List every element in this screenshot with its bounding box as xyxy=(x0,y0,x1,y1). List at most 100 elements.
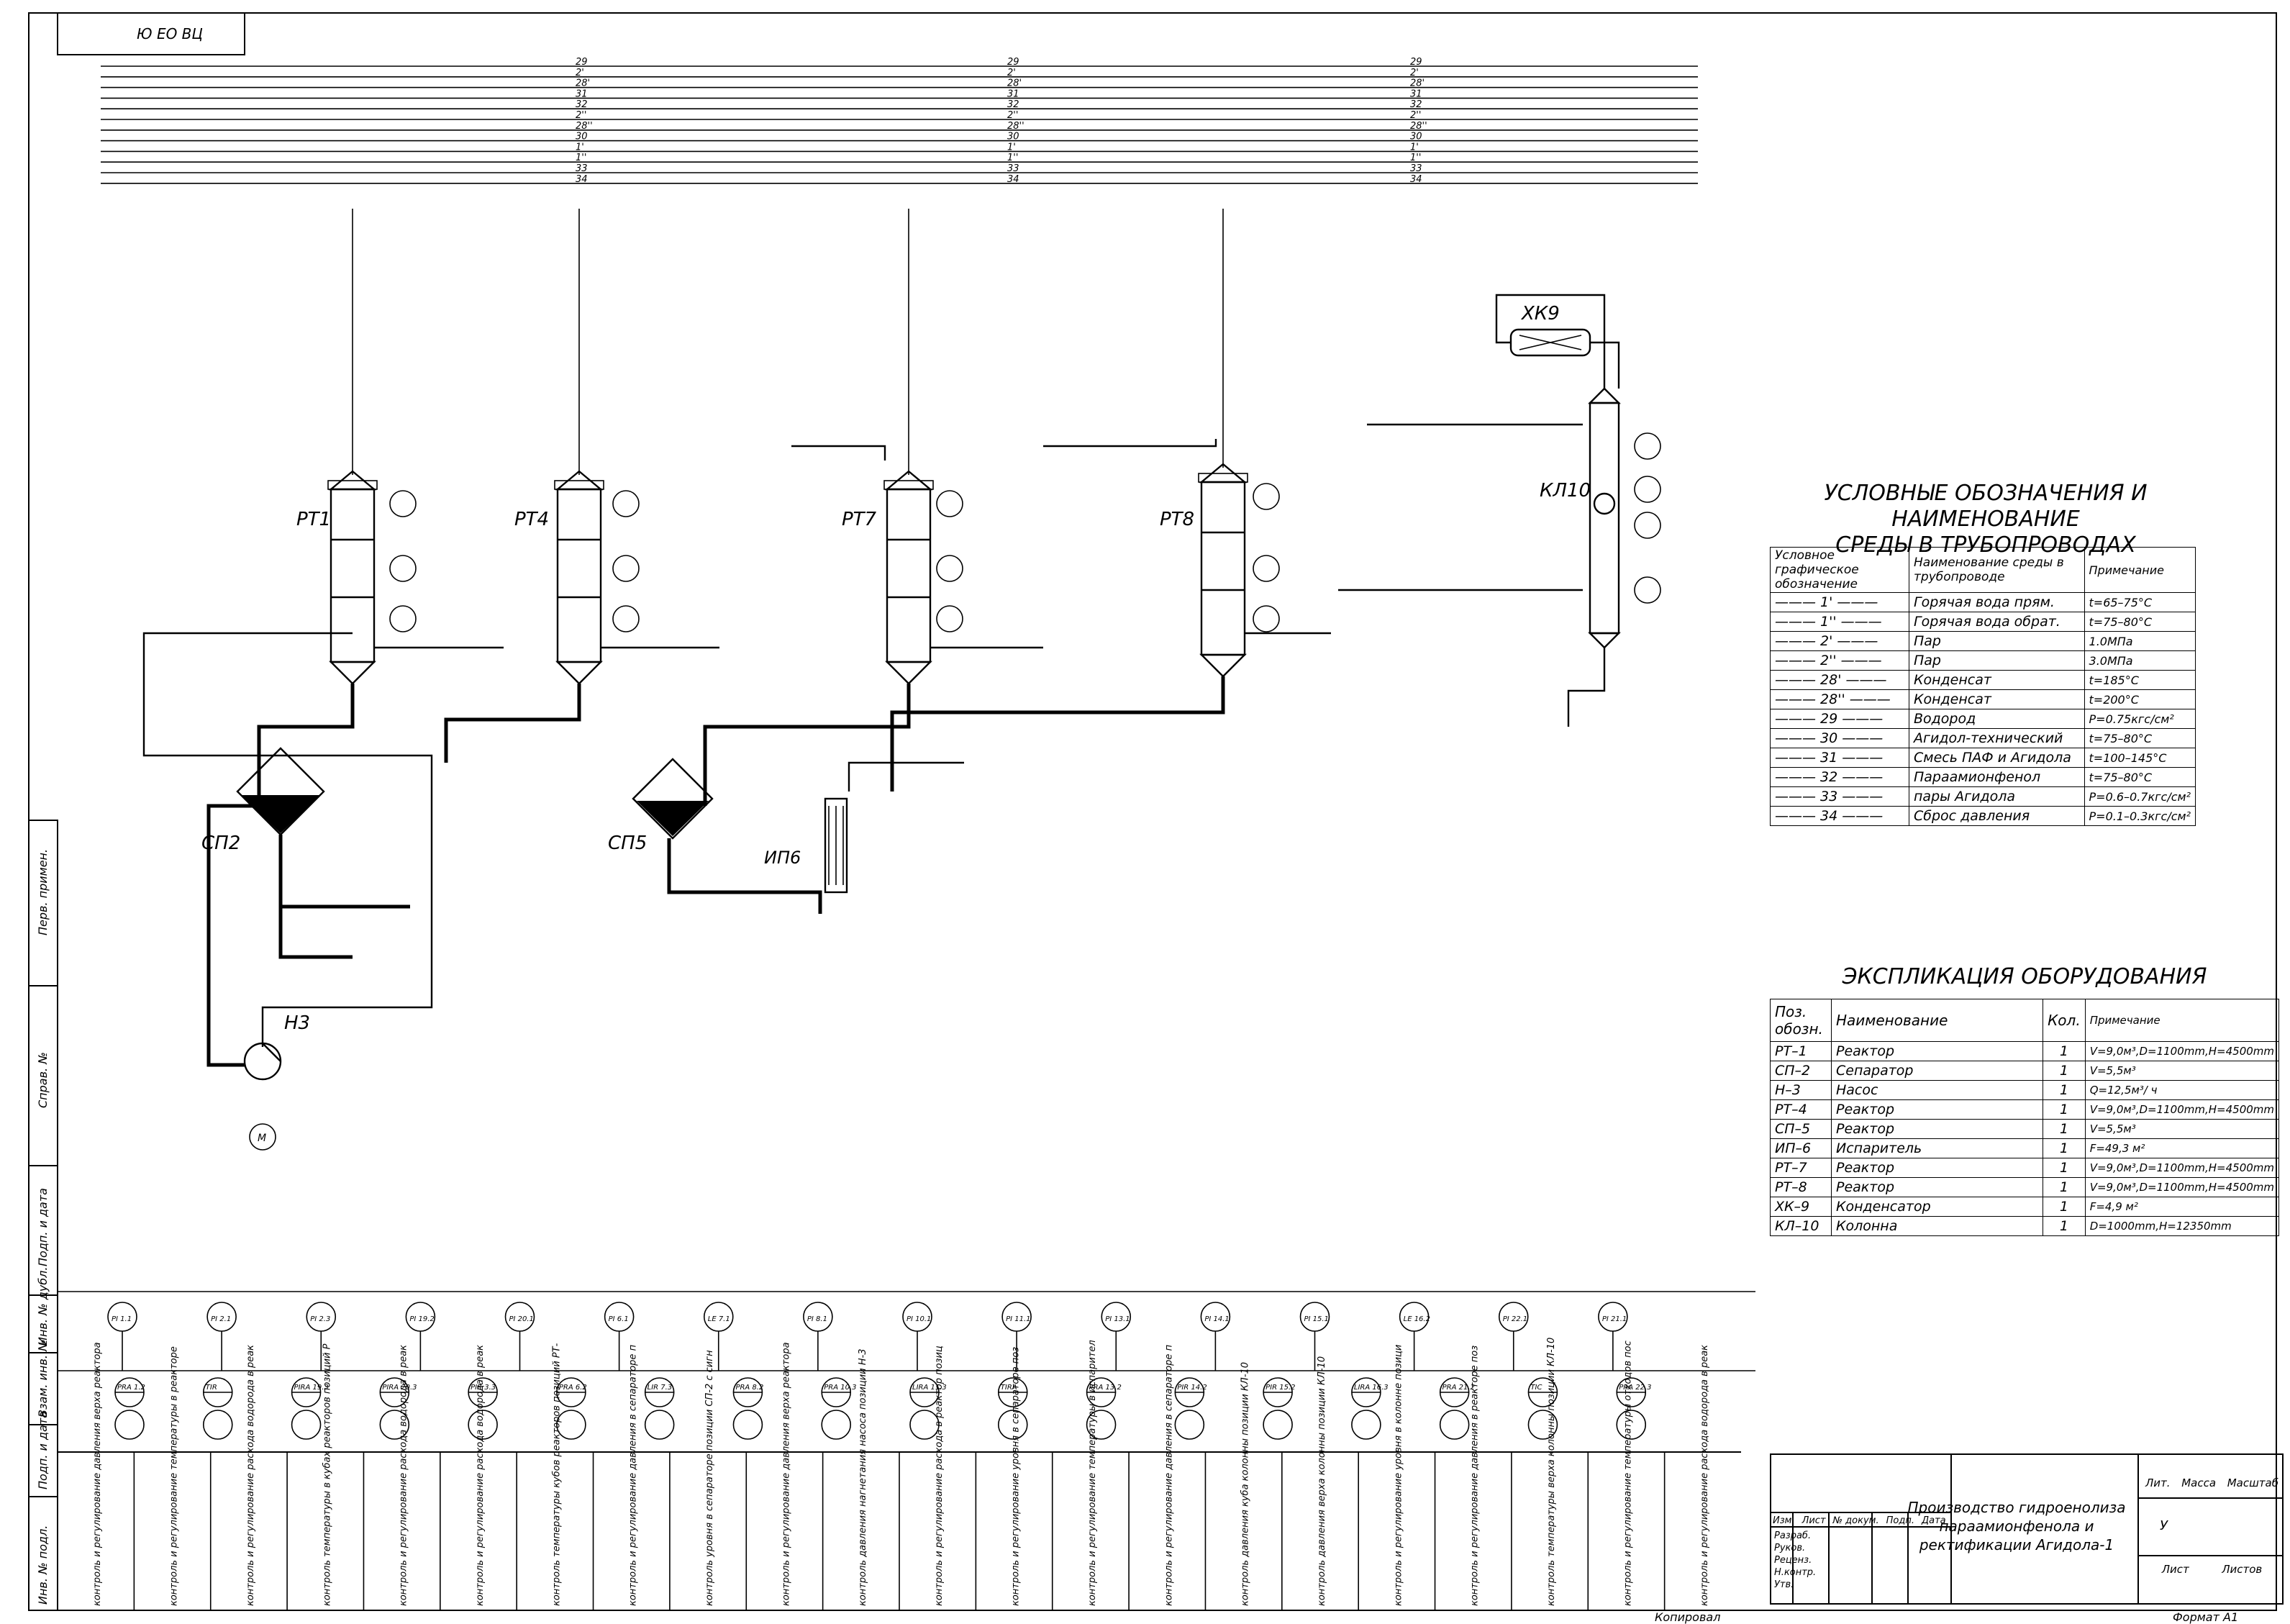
stamp-sheet: Лист xyxy=(2161,1563,2189,1576)
expl-pos: ИП–6 xyxy=(1770,1138,1832,1158)
header-line-label: 28' xyxy=(1410,78,1425,89)
expl-name: Реактор xyxy=(1830,1119,2044,1139)
legend-name: Водород xyxy=(1909,709,2085,729)
field-instrument-tag: PI 6.1 xyxy=(609,1315,629,1323)
panel-instrument-lower xyxy=(202,1410,233,1440)
reactor-rt8: РТ8 xyxy=(1160,463,1248,678)
reactor-rt1: РТ1 xyxy=(296,470,378,685)
legend-symbol: ——— 34 ——— xyxy=(1770,806,1909,826)
function-description: контроль и регулирование расхода водород… xyxy=(475,1345,486,1606)
instrument-bubble xyxy=(936,490,963,517)
header-line-label: 2' xyxy=(1007,68,1016,78)
expl-qty: 1 xyxy=(2043,1061,2086,1081)
header-line-label: 30 xyxy=(576,132,588,142)
function-description: контроль и регулирование температуры отх… xyxy=(1622,1341,1633,1606)
expl-qty: 1 xyxy=(2043,1216,2086,1236)
legend-symbol: ——— 28' ——— xyxy=(1770,670,1909,690)
instrument-bubble xyxy=(612,555,640,582)
field-instrument-tag: PI 8.1 xyxy=(807,1315,827,1323)
legend-symbol: ——— 1'' ——— xyxy=(1770,612,1909,632)
panel-instrument-tag: LIR 7.3 xyxy=(648,1384,673,1392)
panel-instrument-lower xyxy=(1174,1410,1205,1440)
header-line-label: 2'' xyxy=(1007,110,1018,121)
legend-name: Конденсат xyxy=(1909,689,2085,709)
expl-name: Конденсатор xyxy=(1830,1197,2044,1217)
panel-instrument-lower xyxy=(644,1410,675,1440)
legend-note: P=0.6–0.7кгс/см² xyxy=(2084,786,2196,807)
field-instrument-tag: PI 10.1 xyxy=(907,1315,931,1323)
explication-row: ИП–6 Испаритель 1 F=49,3 м² xyxy=(1770,1138,2280,1158)
header-line-label: 2'' xyxy=(576,110,586,121)
expl-note: V=9,0м³,D=1100mm,H=4500mm xyxy=(2084,1177,2280,1197)
expl-header-note: Примечание xyxy=(2084,999,2280,1042)
stamp-role-0: Изм. xyxy=(1773,1515,1795,1526)
legend-name: Конденсат xyxy=(1909,670,2085,690)
separator-sp5: СП5 xyxy=(608,758,714,854)
expl-name: Реактор xyxy=(1830,1158,2044,1178)
function-description: контроль и регулирование давления в сепа… xyxy=(1163,1344,1174,1606)
legend-note: t=65–75°С xyxy=(2084,592,2196,612)
field-instrument-tag: PI 22.1 xyxy=(1503,1315,1527,1323)
legend-table: Условное графическое обозначение Наимено… xyxy=(1770,547,2196,826)
header-line-label: 32 xyxy=(1410,99,1422,110)
legend-row: ——— 34 ——— Сброс давления P=0.1–0.3кгс/см² xyxy=(1770,806,2196,826)
legend-symbol: ——— 2'' ——— xyxy=(1770,650,1909,671)
condenser-xk9: ХК9 xyxy=(1509,303,1591,357)
header-line-label: 30 xyxy=(1007,132,1019,142)
field-instrument-tag: LE 16.2 xyxy=(1404,1315,1430,1323)
stamp-role-1: Лист xyxy=(1801,1515,1826,1526)
format-label: Формат А1 xyxy=(2173,1610,2239,1624)
legend-note: 3.0МПа xyxy=(2084,650,2196,671)
panel-instrument-lower xyxy=(821,1410,852,1440)
header-line-label: 1' xyxy=(576,142,584,153)
expl-note: Q=12,5м³/ ч xyxy=(2084,1080,2280,1100)
header-line-label: 29 xyxy=(1410,57,1422,68)
function-description: контроль и регулирование давления верха … xyxy=(92,1342,103,1606)
expl-note: F=4,9 м² xyxy=(2084,1197,2280,1217)
side-strip: Перв. примен. Справ. № Подп. и дата Инв.… xyxy=(28,820,58,1611)
expl-note: V=5,5м³ xyxy=(2084,1061,2280,1081)
header-line-label: 28'' xyxy=(1007,121,1024,132)
expl-qty: 1 xyxy=(2043,1041,2086,1061)
expl-note: V=5,5м³ xyxy=(2084,1119,2280,1139)
legend-symbol: ——— 32 ——— xyxy=(1770,767,1909,787)
header-line-label: 32 xyxy=(1007,99,1019,110)
side-label-2: Подп. и дата xyxy=(36,1188,50,1266)
stamp-person-1: Руков. xyxy=(1774,1543,1806,1553)
legend-symbol: ——— 29 ——— xyxy=(1770,709,1909,729)
expl-note: D=1000mm,H=12350mm xyxy=(2084,1216,2280,1236)
rt8-label: РТ8 xyxy=(1160,509,1194,530)
side-label-4: Взам. инв. № xyxy=(36,1339,50,1417)
sp5-label: СП5 xyxy=(608,833,647,854)
expl-pos: РТ–1 xyxy=(1770,1041,1832,1061)
explication-row: РТ–7 Реактор 1 V=9,0м³,D=1100mm,H=4500mm xyxy=(1770,1158,2280,1178)
legend-note: 1.0МПа xyxy=(2084,631,2196,651)
header-line-label: 31 xyxy=(576,89,588,99)
function-description: контроль и регулирование уровня в сепара… xyxy=(1011,1347,1022,1606)
panel-instrument-lower xyxy=(732,1410,763,1440)
panel-instrument-tag: PRA 1.2 xyxy=(117,1384,145,1392)
stamp-person-4: Н.контр. xyxy=(1774,1567,1817,1578)
legend-symbol: ——— 1' ——— xyxy=(1770,592,1909,612)
function-description: контроль температуры верха колонны позиц… xyxy=(1546,1338,1557,1606)
header-line-label: 1' xyxy=(1410,142,1419,153)
panel-instrument-tag: TIC xyxy=(1530,1384,1542,1392)
function-description: контроль и регулирование давления в сепа… xyxy=(628,1344,639,1606)
instrument-bubble xyxy=(1634,576,1661,604)
field-instrument-tag: PI 13.1 xyxy=(1105,1315,1130,1323)
header-line-label: 29 xyxy=(576,57,588,68)
kl10-label: КЛ10 xyxy=(1540,480,1591,502)
pump-n3: М Н3 xyxy=(243,1012,310,1151)
explication-row: РТ–1 Реактор 1 V=9,0м³,D=1100mm,H=4500mm xyxy=(1770,1041,2280,1061)
legend-note: t=75–80°С xyxy=(2084,767,2196,787)
legend-name: Агидол-технический xyxy=(1909,728,2085,748)
instrument-bubble xyxy=(1634,512,1661,539)
expl-qty: 1 xyxy=(2043,1158,2086,1178)
stamp-person-0: Разраб. xyxy=(1774,1530,1812,1541)
header-line-label: 28' xyxy=(1007,78,1022,89)
header-pipelines: 29 29 292' 2' 2'28' 28' 28'31 31 3132 32 322'' 2'' 2… xyxy=(101,57,1698,185)
expl-header-pos: Поз. обозн. xyxy=(1770,999,1832,1042)
legend-note: t=75–80°С xyxy=(2084,612,2196,632)
instrument-bubbles xyxy=(389,432,1661,632)
instrument-bubble xyxy=(1634,432,1661,460)
